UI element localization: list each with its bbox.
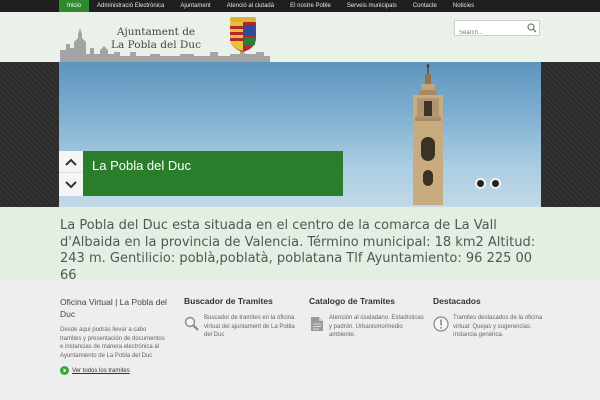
column-buscador: Buscador de Tramites Buscador de tramite… — [184, 296, 299, 338]
column-title: Destacados — [433, 296, 481, 306]
top-navigation-bar: Inicio Administració Electrònica Ajuntam… — [0, 0, 600, 12]
nav-item-ajuntament[interactable]: Ajuntament — [172, 0, 218, 12]
nav-item-poble[interactable]: El nostre Poble — [282, 0, 339, 12]
column-destacados: Destacados Tramites destacados de la ofi… — [433, 296, 548, 338]
arrow-circle-icon — [60, 366, 69, 375]
chevron-up-icon — [65, 158, 77, 166]
column-text: Atención al ciudadano. Estadísticas y pa… — [329, 315, 424, 338]
logo-text: Ajuntament de La Pobla del Duc — [102, 26, 210, 52]
column-oficina-virtual: Oficina Virtual | La Pobla del Duc Desde… — [60, 296, 175, 375]
column-body: Buscador de tramites en la oficina virtu… — [204, 314, 299, 340]
slide-caption: La Pobla del Duc — [59, 151, 343, 196]
column-title: Catalogo de Tramites — [309, 296, 395, 306]
nav-item-serveis[interactable]: Serveis municipals — [339, 0, 405, 12]
search-icon[interactable] — [527, 23, 537, 33]
link-label: Ver todos los tramites — [72, 367, 130, 374]
logo-line1: Ajuntament de — [116, 26, 196, 38]
column-text: Desde aquí podrás llevar a cabo tramites… — [60, 327, 165, 359]
slide-dot-1[interactable] — [475, 178, 486, 189]
nav-item-atencio[interactable]: Atenció al ciutadà — [219, 0, 282, 12]
search-input[interactable] — [455, 26, 527, 40]
column-catalogo: Catalogo de Tramites Atención al ciudada… — [309, 296, 424, 338]
caption-panel: La Pobla del Duc — [83, 151, 343, 196]
column-title: Buscador de Tramites — [184, 296, 273, 306]
slide-arrows — [59, 151, 83, 196]
column-text: Tramites destacados de la oficina virtua… — [453, 315, 543, 338]
intro-section: La Pobla del Duc esta situada en el cent… — [0, 207, 600, 283]
slide-dot-2[interactable] — [490, 178, 501, 189]
nav-item-administracio[interactable]: Administració Electrònica — [89, 0, 172, 12]
chevron-down-icon — [65, 181, 77, 189]
main-menu: Inicio Administració Electrònica Ajuntam… — [59, 0, 482, 12]
logo-line2: La Pobla del Duc — [111, 39, 201, 51]
feature-columns: Oficina Virtual | La Pobla del Duc Desde… — [0, 280, 600, 400]
coat-of-arms-icon — [230, 17, 256, 52]
slide-pagination — [475, 178, 501, 189]
search-box — [454, 20, 540, 40]
alert-icon — [433, 316, 449, 332]
magnifier-icon — [184, 316, 199, 331]
document-icon — [311, 317, 323, 331]
slide-title: La Pobla del Duc — [92, 158, 192, 173]
nav-item-noticies[interactable]: Noticies — [445, 0, 482, 12]
column-text: Buscador de tramites en la oficina virtu… — [204, 315, 295, 338]
column-title: Oficina Virtual | La Pobla del Duc — [60, 297, 167, 319]
all-procedures-link[interactable]: Ver todos los tramites — [60, 366, 175, 375]
nav-item-inicio[interactable]: Inicio — [59, 0, 90, 12]
column-body: Atención al ciudadano. Estadísticas y pa… — [329, 314, 424, 340]
nav-item-contacte[interactable]: Contacte — [405, 0, 445, 12]
previous-slide-button[interactable] — [59, 151, 83, 173]
intro-text: La Pobla del Duc esta situada en el cent… — [60, 218, 536, 283]
next-slide-button[interactable] — [59, 174, 83, 196]
column-body: Tramites destacados de la oficina virtua… — [453, 314, 548, 340]
